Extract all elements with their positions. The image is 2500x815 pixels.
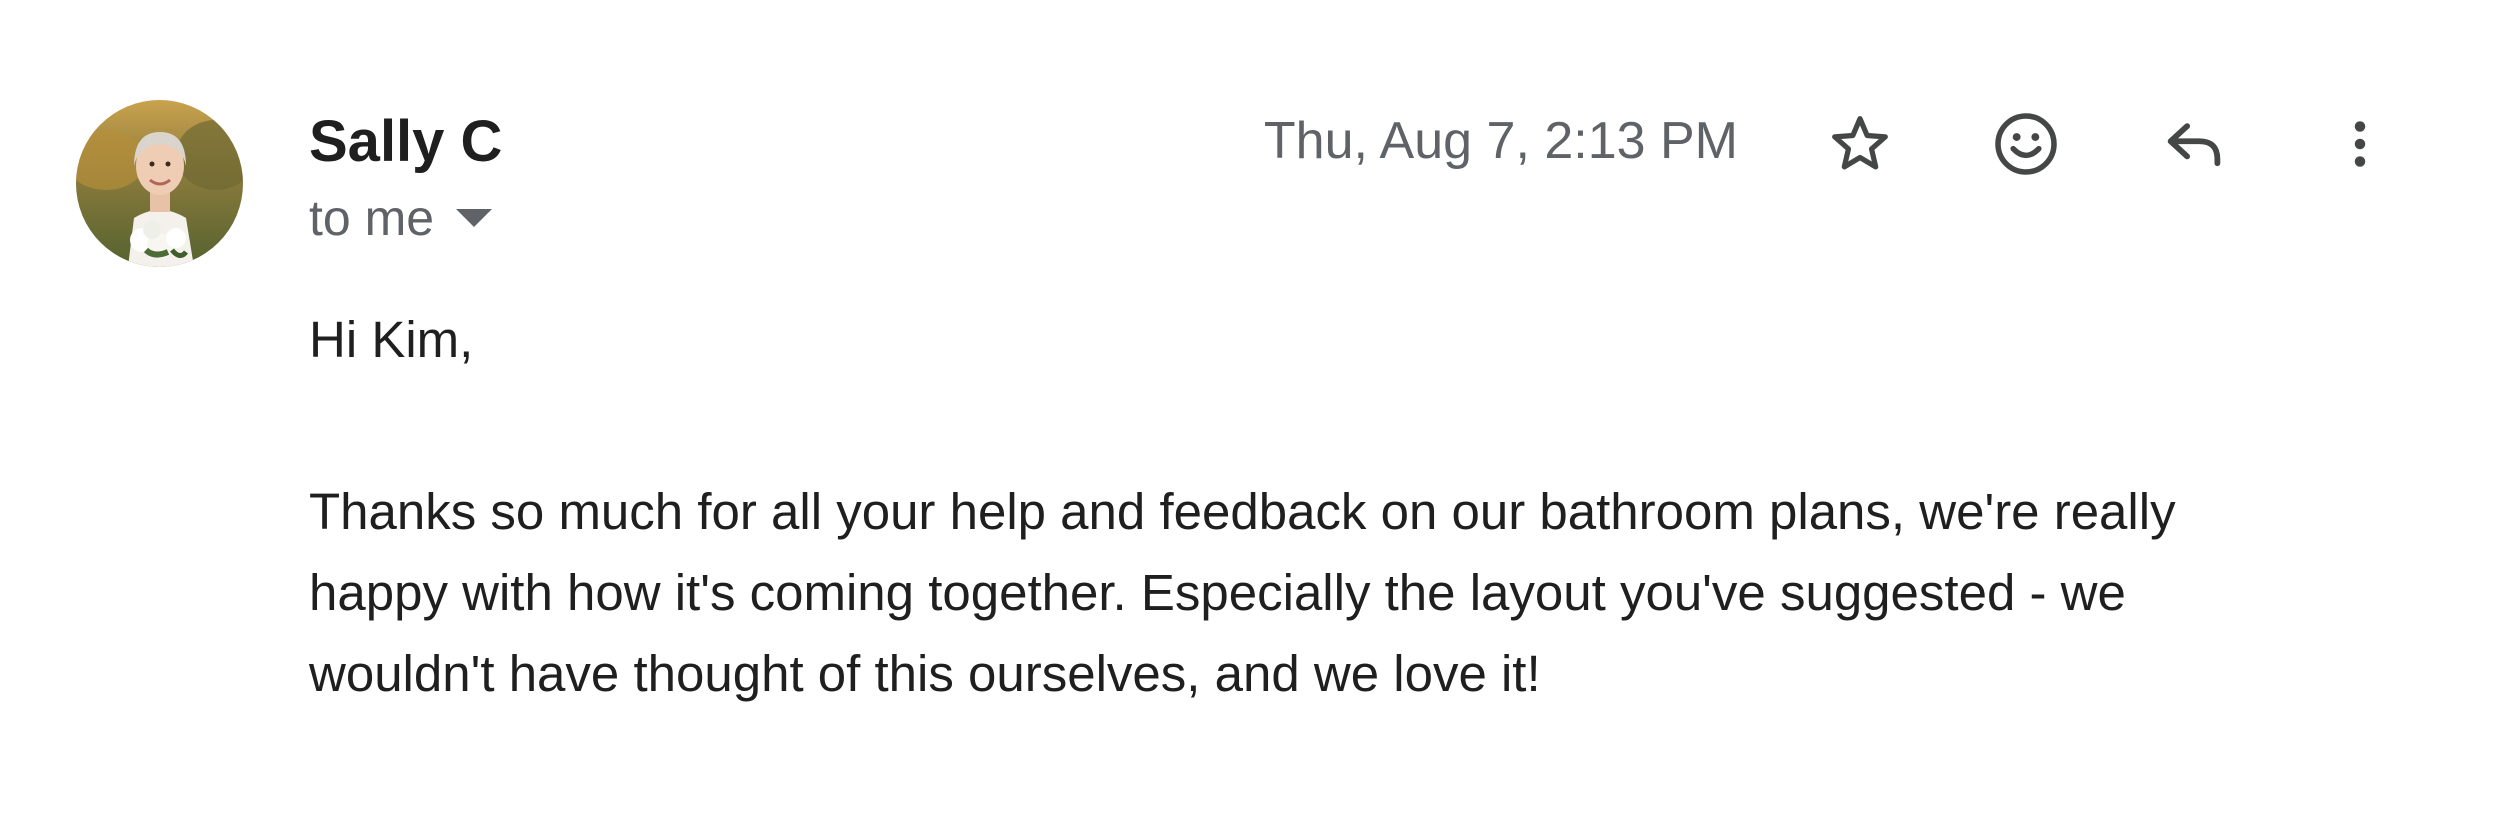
sender-avatar[interactable] xyxy=(76,100,243,267)
message-body: Hi Kim, Thanks so much for all your help… xyxy=(309,306,2359,714)
add-reaction-button[interactable] xyxy=(1982,100,2070,188)
more-vert-icon xyxy=(2354,121,2366,167)
star-icon xyxy=(1832,116,1888,170)
message-greeting: Hi Kim, xyxy=(309,311,474,368)
caret-down-icon xyxy=(456,209,493,227)
message-paragraph: Thanks so much for all your help and fee… xyxy=(309,483,2176,702)
message-timestamp: Thu, Aug 7, 2:13 PM xyxy=(1263,112,1738,170)
avatar-photo-icon xyxy=(76,100,243,267)
recipient-details-toggle[interactable]: to me xyxy=(309,188,493,248)
more-options-button[interactable] xyxy=(2316,100,2404,188)
reply-button[interactable] xyxy=(2150,100,2238,188)
email-message: Sally C to me Thu, Aug 7, 2:13 PM Hi Kim… xyxy=(0,0,2500,815)
sender-name[interactable]: Sally C xyxy=(309,108,502,176)
emoji-icon xyxy=(1995,113,2057,175)
reply-icon xyxy=(2167,123,2221,167)
star-button[interactable] xyxy=(1816,100,1904,188)
recipient-label: to me xyxy=(309,190,435,246)
